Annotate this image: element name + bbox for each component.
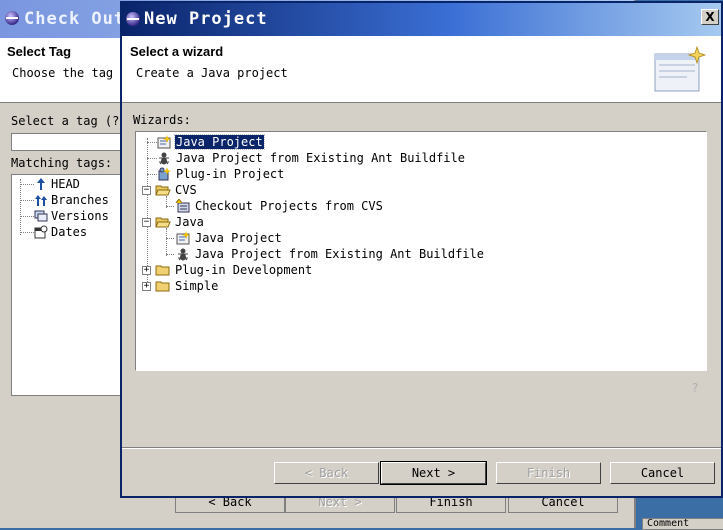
- header-title: Select a wizard: [130, 44, 224, 59]
- help-icon[interactable]: ?: [688, 381, 702, 395]
- folder-open-icon: [155, 185, 171, 196]
- select-tag-label: Select a tag (?: [11, 114, 120, 128]
- checkout-header-title: Select Tag: [7, 44, 72, 59]
- dialog-titlebar[interactable]: New Project X: [122, 3, 721, 36]
- back-button[interactable]: < Back: [274, 462, 379, 484]
- dates-icon: [34, 225, 48, 239]
- tree-item-versions[interactable]: Versions: [34, 208, 109, 224]
- tree-item-label: CVS: [175, 183, 197, 197]
- tree-item-label: Plug-in Development: [175, 263, 313, 277]
- tree-item-cvs[interactable]: − CVS: [142, 182, 198, 198]
- collapse-icon[interactable]: −: [142, 185, 151, 195]
- tree-item-label: Plug-in Project: [176, 167, 285, 181]
- tree-item-label: Java: [175, 215, 204, 229]
- tree-item-java[interactable]: − Java: [142, 214, 205, 230]
- tree-item-plugin-project[interactable]: Plug-in Project: [156, 166, 285, 182]
- tree-item-plugin-development[interactable]: + Plug-in Development: [142, 262, 313, 278]
- tree-item-java-ant[interactable]: Java Project from Existing Ant Buildfile: [175, 246, 485, 262]
- java-project-icon: [176, 231, 190, 245]
- tree-item-label: Java Project from Existing Ant Buildfile: [195, 247, 484, 261]
- tree-item-java-project-ant[interactable]: Java Project from Existing Ant Buildfile: [156, 150, 466, 166]
- tree-item-label: Java Project: [195, 231, 282, 245]
- dialog-title: New Project: [144, 9, 268, 29]
- checkout-header-desc: Choose the tag: [12, 66, 114, 80]
- matching-tags-label: Matching tags:: [11, 156, 113, 170]
- expand-icon[interactable]: +: [142, 265, 151, 275]
- tree-item-label: Versions: [51, 209, 109, 223]
- cvs-checkout-icon: [175, 199, 190, 213]
- expand-icon[interactable]: +: [142, 281, 151, 291]
- close-button[interactable]: X: [701, 9, 719, 25]
- checkout-title: Check Out: [24, 9, 126, 29]
- ant-icon: [178, 248, 188, 261]
- tree-item-java-java-project[interactable]: Java Project: [175, 230, 283, 246]
- folder-open-icon: [155, 217, 171, 228]
- java-project-icon: [157, 135, 171, 149]
- folder-closed-icon: [155, 265, 170, 276]
- tree-item-label: Simple: [175, 279, 219, 293]
- tree-item-simple[interactable]: + Simple: [142, 278, 219, 294]
- header-description: Create a Java project: [136, 66, 288, 80]
- plugin-project-icon: [158, 167, 171, 181]
- tree-item-label: HEAD: [51, 177, 80, 191]
- versions-icon: [34, 210, 48, 222]
- tree-item-dates[interactable]: Dates: [34, 224, 87, 240]
- tree-item-branches[interactable]: Branches: [34, 192, 109, 208]
- new-project-banner-icon: [654, 45, 707, 92]
- wizards-tree[interactable]: Java Project Java Project from Existing …: [135, 131, 707, 371]
- new-project-dialog: New Project X Select a wizard Create a J…: [120, 1, 723, 498]
- branches-icon: [35, 195, 47, 206]
- tree-item-label: Dates: [51, 225, 88, 239]
- collapse-icon[interactable]: −: [142, 217, 151, 227]
- tree-item-head[interactable]: HEAD: [34, 176, 80, 192]
- tree-item-label: Branches: [51, 193, 109, 207]
- tree-item-label: Checkout Projects from CVS: [195, 199, 383, 213]
- eclipse-icon: [126, 12, 140, 26]
- close-icon: X: [705, 10, 715, 24]
- tree-item-label: Java Project: [174, 134, 265, 150]
- tree-item-label: Java Project from Existing Ant Buildfile: [176, 151, 465, 165]
- comment-field: Comment: [642, 518, 723, 530]
- button-bar-separator: [122, 447, 721, 449]
- ant-icon: [159, 152, 169, 165]
- cancel-button[interactable]: Cancel: [610, 462, 715, 484]
- head-tag-icon: [37, 178, 45, 190]
- finish-button[interactable]: Finish: [496, 462, 601, 484]
- tree-item-checkout-cvs[interactable]: Checkout Projects from CVS: [175, 198, 384, 214]
- eclipse-icon: [5, 11, 19, 25]
- wizard-header: Select a wizard Create a Java project: [122, 36, 721, 103]
- wizards-label: Wizards:: [133, 113, 191, 127]
- tree-item-java-project[interactable]: Java Project: [156, 134, 265, 150]
- folder-closed-icon: [155, 281, 170, 292]
- next-button[interactable]: Next >: [380, 461, 487, 485]
